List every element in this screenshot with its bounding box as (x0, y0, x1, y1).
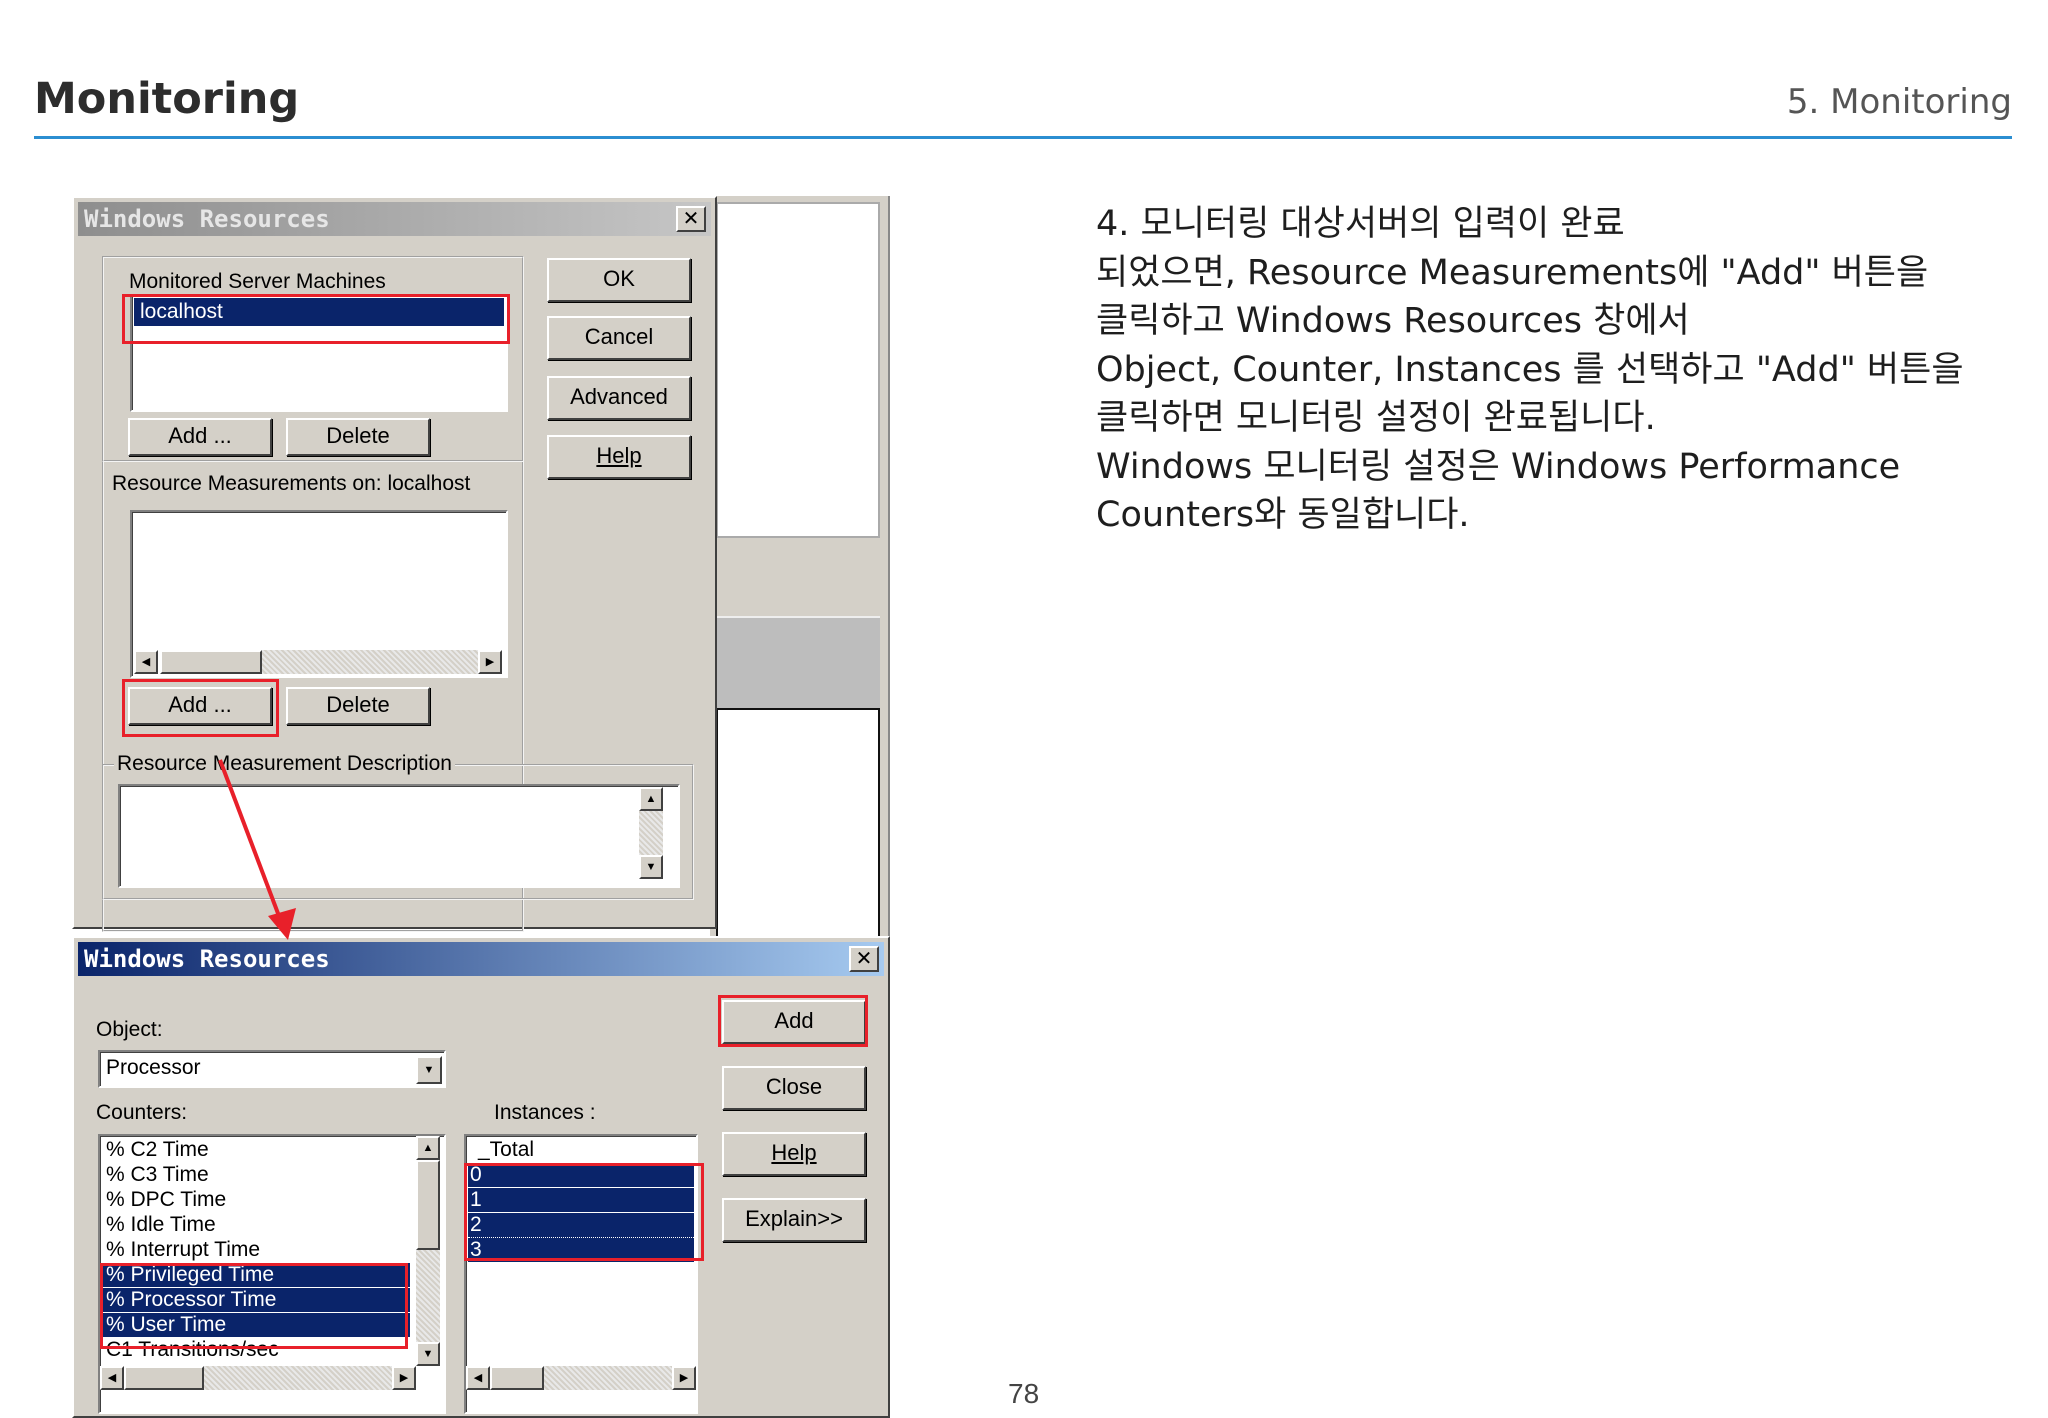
close-button[interactable]: Close (722, 1066, 866, 1110)
scroll-down-icon[interactable]: ▼ (416, 1342, 440, 1366)
description-field[interactable] (118, 784, 680, 888)
dialog-titlebar: Windows Resources (78, 202, 711, 236)
list-item[interactable]: % C2 Time (106, 1138, 209, 1162)
header-divider (34, 136, 2012, 139)
measurements-label: Resource Measurements on: localhost (112, 472, 471, 495)
scrollbar-thumb[interactable] (490, 1366, 544, 1390)
add-machine-button[interactable]: Add ... (128, 418, 272, 456)
ok-button[interactable]: OK (547, 258, 691, 302)
close-icon[interactable]: ✕ (676, 206, 706, 232)
background-pane (716, 616, 880, 708)
scrollbar-thumb[interactable] (160, 650, 262, 674)
counters-label: Counters: (96, 1101, 188, 1124)
list-item[interactable]: _Total (478, 1138, 534, 1162)
description-line: Object, Counter, Instances 를 선택하고 "Add" … (1096, 349, 1964, 390)
delete-measurement-button[interactable]: Delete (286, 687, 430, 725)
instances-label: Instances : (494, 1101, 596, 1124)
description-group-label: Resource Measurement Description (114, 752, 455, 776)
delete-machine-button[interactable]: Delete (286, 418, 430, 456)
scrollbar-track[interactable] (639, 811, 663, 855)
scroll-down-icon[interactable]: ▼ (639, 855, 663, 879)
scrollbar-track[interactable] (204, 1366, 392, 1390)
scroll-right-icon[interactable]: ▶ (478, 650, 502, 674)
scroll-left-icon[interactable]: ◀ (466, 1366, 490, 1390)
scrollbar-track[interactable] (544, 1366, 672, 1390)
dialog-titlebar: Windows Resources (78, 942, 884, 976)
list-item[interactable]: % C3 Time (106, 1163, 209, 1187)
description-line: 클릭하고 Windows Resources 창에서 (1096, 301, 1690, 341)
section-label: 5. Monitoring (1786, 82, 2012, 122)
description-line: Windows 모니터링 설정은 Windows Performance (1096, 446, 1901, 487)
list-item[interactable]: % Interrupt Time (106, 1238, 260, 1262)
advanced-button[interactable]: Advanced (547, 376, 691, 420)
highlight-localhost (122, 294, 510, 344)
scrollbar-track[interactable] (262, 650, 478, 674)
help-button[interactable]: Help (722, 1132, 866, 1176)
close-icon[interactable]: ✕ (849, 946, 879, 972)
cancel-button[interactable]: Cancel (547, 316, 691, 360)
list-item[interactable]: % Idle Time (106, 1213, 216, 1237)
scroll-right-icon[interactable]: ▶ (672, 1366, 696, 1390)
scroll-up-icon[interactable]: ▲ (416, 1136, 440, 1160)
scroll-left-icon[interactable]: ◀ (100, 1366, 124, 1390)
highlight-add-button (122, 679, 279, 737)
dialog-title: Windows Resources (84, 205, 330, 233)
description-line: 4. 모니터링 대상서버의 입력이 완료 (1096, 204, 1625, 244)
scrollbar-thumb[interactable] (124, 1366, 204, 1390)
list-item[interactable]: % DPC Time (106, 1188, 226, 1212)
page-title: Monitoring (34, 74, 300, 124)
scroll-up-icon[interactable]: ▲ (639, 787, 663, 811)
object-select[interactable]: Processor ▼ (98, 1050, 446, 1088)
dialog-title: Windows Resources (84, 945, 330, 973)
highlight-instances (464, 1163, 704, 1261)
page-number: 78 (1008, 1378, 1040, 1409)
explain-button[interactable]: Explain>> (722, 1198, 866, 1242)
description-line: 클릭하면 모니터링 설정이 완료됩니다. (1096, 398, 1656, 438)
scroll-right-icon[interactable]: ▶ (392, 1366, 416, 1390)
object-label: Object: (96, 1018, 163, 1041)
help-button[interactable]: Help (547, 435, 691, 479)
scrollbar-thumb[interactable] (416, 1160, 440, 1250)
description-text: 4. 모니터링 대상서버의 입력이 완료 되었으면, Resource Meas… (1096, 200, 2026, 540)
highlight-add-counter (718, 995, 868, 1047)
background-pane (716, 202, 880, 538)
object-select-value: Processor (106, 1056, 201, 1079)
chevron-down-icon[interactable]: ▼ (416, 1056, 442, 1084)
scroll-left-icon[interactable]: ◀ (134, 650, 158, 674)
monitored-machines-label: Monitored Server Machines (126, 270, 389, 294)
description-line: Counters와 동일합니다. (1096, 495, 1470, 535)
scrollbar-track[interactable] (416, 1250, 440, 1342)
description-line: 되었으면, Resource Measurements에 "Add" 버튼을 (1096, 252, 1929, 293)
